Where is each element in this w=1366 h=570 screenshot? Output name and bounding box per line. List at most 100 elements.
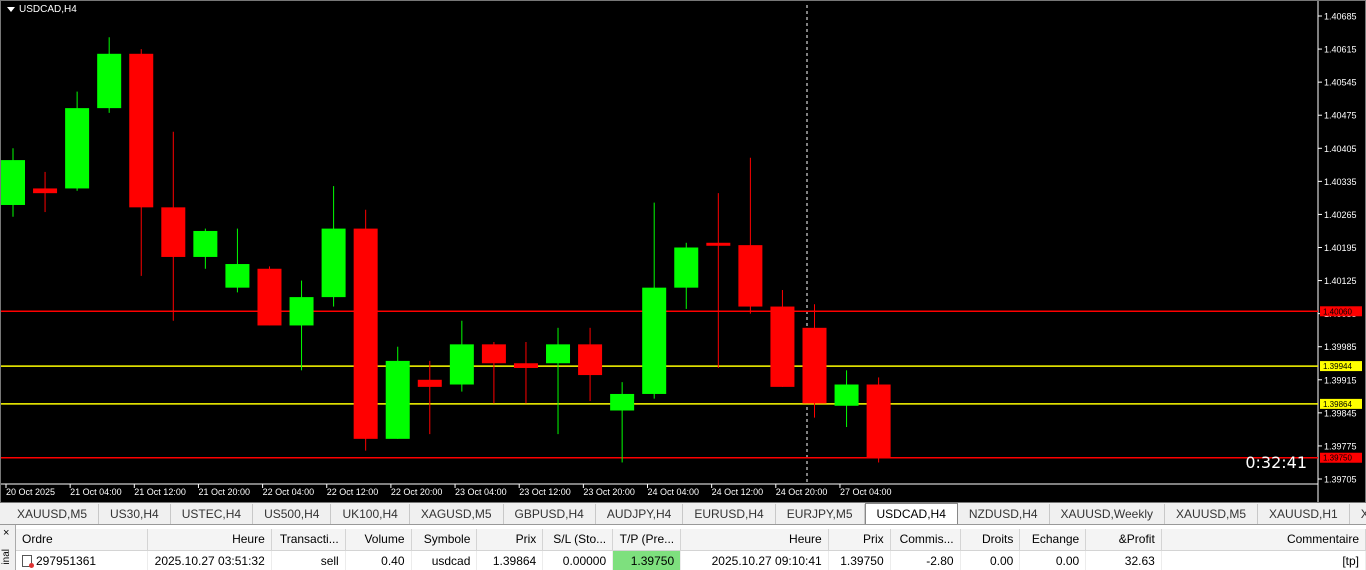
price-tick-label: 1.39705: [1324, 475, 1357, 485]
chart-tab-xauusd-h[interactable]: XAUUSD,H: [1350, 504, 1366, 524]
cell-4: usdcad: [411, 550, 478, 570]
chart-tab-usdcad-h4[interactable]: USDCAD,H4: [864, 503, 958, 524]
cell-11: 0.00: [960, 550, 1021, 570]
column-header-12[interactable]: Echange: [1019, 529, 1087, 551]
column-header-6[interactable]: S/L (Sto...: [542, 529, 614, 551]
time-tick-label: 24 Oct 04:00: [648, 487, 700, 497]
level-price-label: 1.39750: [1323, 454, 1352, 463]
chart-tab-xauusd-weekly[interactable]: XAUUSD,Weekly: [1050, 504, 1166, 524]
time-tick-label: 23 Oct 04:00: [455, 487, 507, 497]
chart-tab-eurjpy-m5[interactable]: EURJPY,M5: [776, 504, 865, 524]
candle-body: [417, 379, 442, 387]
candle-body: [802, 327, 827, 404]
candle-body: [449, 344, 474, 385]
column-header-8[interactable]: Heure: [680, 529, 829, 551]
column-header-11[interactable]: Droits: [960, 529, 1021, 551]
chart-tab-xauusd-m5[interactable]: XAUUSD,M5: [6, 504, 100, 524]
column-header-3[interactable]: Volume: [345, 529, 412, 551]
column-header-2[interactable]: Transacti...: [271, 529, 346, 551]
candle-body: [546, 344, 571, 364]
column-header-4[interactable]: Symbole: [411, 529, 478, 551]
column-header-5[interactable]: Prix: [476, 529, 544, 551]
candle-body: [289, 297, 314, 326]
column-header-0[interactable]: Ordre: [16, 529, 148, 551]
candle-body: [353, 228, 378, 439]
candle-body: [193, 230, 218, 257]
chart-tab-eurusd-h4[interactable]: EURUSD,H4: [683, 504, 776, 524]
column-header-7[interactable]: T/P (Pre...: [612, 529, 682, 551]
chart-menu-triangle-icon[interactable]: [7, 7, 15, 12]
candle-body: [706, 242, 731, 246]
chart-tab-audjpy-h4[interactable]: AUDJPY,H4: [596, 504, 684, 524]
time-tick-label: 23 Oct 20:00: [583, 487, 635, 497]
terminal-side-label: inal: [1, 549, 12, 565]
price-tick-label: 1.39985: [1324, 342, 1357, 352]
time-tick-label: 22 Oct 20:00: [391, 487, 443, 497]
chart-tab-nzdusd-h4[interactable]: NZDUSD,H4: [958, 504, 1050, 524]
candle-body: [866, 384, 891, 458]
chart-tab-us500-h4[interactable]: US500,H4: [253, 504, 332, 524]
chart-tab-xagusd-m5[interactable]: XAGUSD,M5: [410, 504, 504, 524]
candlestick-chart[interactable]: 1.40685 1.40615 1.40545 1.40475 1.40405 1.403…: [1, 1, 1365, 502]
cell-13: 32.63: [1085, 550, 1162, 570]
column-header-10[interactable]: Commis...: [890, 529, 961, 551]
candle-body: [578, 344, 603, 376]
time-tick-label: 21 Oct 20:00: [198, 487, 250, 497]
candle-body: [97, 53, 122, 109]
order-closed-icon: [22, 554, 34, 568]
cell-3: 0.40: [345, 550, 412, 570]
price-tick-label: 1.40335: [1324, 177, 1357, 187]
level-price-label: 1.40060: [1323, 307, 1352, 316]
table-header-row: Ordre Heure Transacti... Volume Symbole Prix S…: [16, 529, 1366, 551]
chart-tab-us30-h4[interactable]: US30,H4: [99, 504, 171, 524]
candle-body: [610, 393, 635, 411]
price-tick-label: 1.40475: [1324, 111, 1357, 121]
chart-tab-xauusd-h1[interactable]: XAUUSD,H1: [1258, 504, 1350, 524]
terminal-sidebar: × inal: [0, 525, 16, 570]
cell-9: 1.39750: [828, 550, 891, 570]
chart-tabs-bar: XAUUSD,M5 US30,H4 USTEC,H4 US500,H4 UK100,H4…: [0, 503, 1366, 525]
chart-symbol-label: USDCAD,H4: [19, 4, 77, 15]
close-icon[interactable]: ×: [3, 527, 9, 539]
chart-tab-xauusd-m5[interactable]: XAUUSD,M5: [1165, 504, 1259, 524]
column-header-14[interactable]: Commentaire: [1161, 529, 1366, 551]
chart-tab-ustec-h4[interactable]: USTEC,H4: [171, 504, 254, 524]
chart-window[interactable]: 1.40685 1.40615 1.40545 1.40475 1.40405 1.403…: [0, 0, 1366, 503]
time-tick-label: 24 Oct 12:00: [712, 487, 764, 497]
candle-body: [225, 264, 250, 288]
chart-title[interactable]: USDCAD,H4: [7, 4, 77, 15]
candle-body: [834, 384, 859, 406]
time-tick-label: 24 Oct 20:00: [776, 487, 828, 497]
price-tick-label: 1.40685: [1324, 12, 1357, 22]
cell-8: 2025.10.27 09:10:41: [680, 550, 829, 570]
candle-body: [33, 188, 58, 194]
candle-body: [257, 268, 282, 326]
candle-body: [65, 108, 90, 189]
price-tick-label: 1.40195: [1324, 243, 1357, 253]
order-number: 297951361: [36, 553, 97, 568]
time-tick-label: 22 Oct 12:00: [327, 487, 379, 497]
candle-body: [513, 363, 538, 368]
chart-tab-gbpusd-h4[interactable]: GBPUSD,H4: [504, 504, 596, 524]
candle-body: [738, 245, 763, 307]
cell-5: 1.39864: [476, 550, 544, 570]
time-tick-label: 23 Oct 12:00: [519, 487, 571, 497]
cell-7: 1.39750: [612, 550, 682, 570]
cell-1: 2025.10.27 03:51:32: [147, 550, 272, 570]
chart-tab-uk100-h4[interactable]: UK100,H4: [331, 504, 410, 524]
column-header-9[interactable]: Prix: [828, 529, 891, 551]
price-tick-label: 1.40125: [1324, 276, 1357, 286]
cell-10: -2.80: [890, 550, 961, 570]
candle-body: [770, 306, 795, 387]
history-table: Ordre Heure Transacti... Volume Symbole Prix S…: [16, 529, 1366, 570]
column-header-1[interactable]: Heure: [147, 529, 272, 551]
level-price-label: 1.39864: [1323, 400, 1352, 409]
price-tick-label: 1.39845: [1324, 408, 1357, 418]
candle-body: [642, 287, 667, 394]
cell-12: 0.00: [1019, 550, 1087, 570]
column-header-13[interactable]: &Profit: [1085, 529, 1162, 551]
terminal-panel: × inal Ordre Heure Transacti... Volume Symbo…: [0, 525, 1366, 570]
table-row[interactable]: 297951361 2025.10.27 03:51:32 sell 0.40 usdc…: [16, 550, 1366, 570]
level-price-label: 1.39944: [1323, 362, 1352, 371]
time-tick-label: 21 Oct 04:00: [70, 487, 122, 497]
